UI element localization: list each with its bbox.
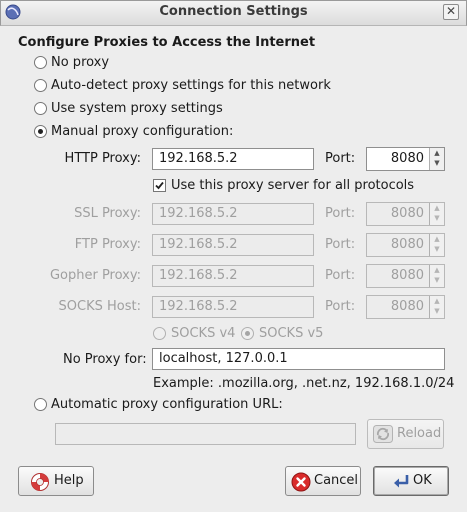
close-icon[interactable]: ✕ (443, 4, 459, 20)
manual-proxy-radio[interactable] (34, 125, 47, 138)
reload-button[interactable]: Reload (367, 419, 444, 449)
http-proxy-input[interactable]: 192.168.5.2 (152, 148, 314, 170)
ssl-port-stepper[interactable]: 8080 ▲ ▼ (366, 202, 445, 226)
socks-port-stepper[interactable]: 8080 ▲ ▼ (366, 295, 445, 319)
ok-button[interactable]: OK (373, 466, 449, 496)
manual-proxy-label[interactable]: Manual proxy configuration: (51, 124, 233, 139)
no-proxy-for-label: No Proxy for: (63, 352, 147, 367)
auto-config-url-input[interactable] (55, 423, 356, 445)
gopher-port-value: 8080 (390, 268, 424, 283)
system-proxy-radio[interactable] (34, 102, 47, 115)
gopher-proxy-input[interactable]: 192.168.5.2 (152, 265, 314, 287)
gopher-proxy-label: Gopher Proxy: (49, 268, 141, 283)
socks-v5-radio[interactable] (241, 327, 254, 340)
use-for-all-label[interactable]: Use this proxy server for all protocols (171, 178, 414, 193)
ftp-proxy-label: FTP Proxy: (74, 237, 141, 252)
auto-detect-label[interactable]: Auto-detect proxy settings for this netw… (51, 78, 331, 93)
http-proxy-label: HTTP Proxy: (64, 151, 141, 166)
ftp-port-label: Port: (325, 237, 356, 252)
no-proxy-label[interactable]: No proxy (51, 55, 109, 70)
auto-config-label[interactable]: Automatic proxy configuration URL: (51, 397, 283, 412)
use-for-all-checkbox[interactable] (153, 179, 166, 192)
lifebuoy-icon (30, 472, 50, 503)
http-port-label: Port: (325, 151, 356, 166)
window-title: Connection Settings (159, 4, 308, 19)
spin-arrows-icon[interactable]: ▲ ▼ (429, 265, 444, 287)
http-port-stepper[interactable]: 8080 ▲ ▼ (366, 147, 445, 171)
checkmark-icon (155, 181, 164, 190)
section-title: Configure Proxies to Access the Internet (18, 35, 316, 50)
cancel-circle-icon (291, 472, 311, 503)
no-proxy-radio[interactable] (34, 56, 47, 69)
socks-v5-label[interactable]: SOCKS v5 (259, 326, 323, 341)
gopher-port-label: Port: (325, 268, 356, 283)
ftp-port-stepper[interactable]: 8080 ▲ ▼ (366, 233, 445, 257)
auto-config-radio[interactable] (34, 398, 47, 411)
socks-v4-label[interactable]: SOCKS v4 (171, 326, 235, 341)
ssl-proxy-label: SSL Proxy: (74, 206, 141, 221)
reload-icon (373, 425, 393, 454)
ssl-proxy-input[interactable]: 192.168.5.2 (152, 203, 314, 225)
help-label: Help (54, 473, 84, 488)
no-proxy-example: Example: .mozilla.org, .net.nz, 192.168.… (153, 376, 455, 391)
spin-arrows-icon[interactable]: ▲ ▼ (429, 296, 444, 318)
no-proxy-for-input[interactable]: localhost, 127.0.0.1 (152, 348, 445, 370)
reload-label: Reload (397, 426, 442, 441)
spin-arrows-icon[interactable]: ▲ ▼ (429, 234, 444, 256)
socks-host-label: SOCKS Host: (58, 299, 141, 314)
ssl-port-value: 8080 (390, 206, 424, 221)
cancel-label: Cancel (314, 473, 359, 488)
spin-arrows-icon[interactable]: ▲ ▼ (429, 203, 444, 225)
socks-port-label: Port: (325, 299, 356, 314)
cancel-button[interactable]: Cancel (285, 466, 361, 496)
socks-host-input[interactable]: 192.168.5.2 (152, 296, 314, 318)
ftp-proxy-input[interactable]: 192.168.5.2 (152, 234, 314, 256)
socks-port-value: 8080 (390, 299, 424, 314)
ok-label: OK (413, 473, 432, 488)
ftp-port-value: 8080 (390, 237, 424, 252)
help-button[interactable]: Help (18, 466, 94, 496)
enter-arrow-icon (391, 472, 411, 503)
system-proxy-label[interactable]: Use system proxy settings (51, 101, 223, 116)
http-port-value: 8080 (390, 151, 424, 166)
gopher-port-stepper[interactable]: 8080 ▲ ▼ (366, 264, 445, 288)
auto-detect-radio[interactable] (34, 79, 47, 92)
spin-arrows-icon[interactable]: ▲ ▼ (429, 148, 444, 170)
ssl-port-label: Port: (325, 206, 356, 221)
socks-v4-radio[interactable] (153, 327, 166, 340)
